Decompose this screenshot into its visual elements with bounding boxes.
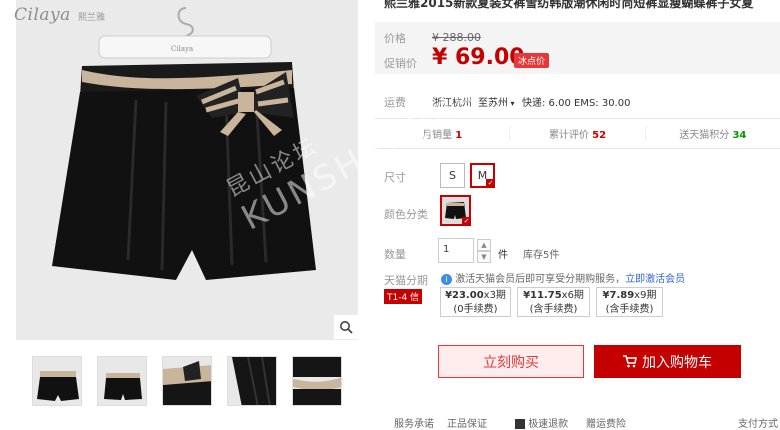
check-icon: ✓ xyxy=(462,217,471,226)
plan-amount: ¥11.75 xyxy=(523,290,562,301)
total-reviews-value: 52 xyxy=(592,130,607,141)
magnifier-icon xyxy=(340,321,353,334)
svg-text:Cilaya: Cilaya xyxy=(171,45,193,53)
brand-logo: Cilaya xyxy=(14,5,71,25)
activate-member-link[interactable]: 立即激活会员 xyxy=(625,274,685,285)
color-label: 颜色分类 xyxy=(384,208,428,221)
thumbnail-2[interactable] xyxy=(97,356,147,406)
thumbnail-strip xyxy=(32,356,342,406)
monthly-sales-value: 1 xyxy=(455,130,463,141)
color-option-black[interactable]: ✓ xyxy=(440,195,471,226)
quantity-increase-button[interactable]: ▲ xyxy=(477,239,491,251)
plan-fee: (含手续费) xyxy=(529,304,578,315)
chevron-down-icon: ▾ xyxy=(508,99,515,108)
shipping-detail: 快递: 6.00 EMS: 30.00 xyxy=(522,98,631,109)
total-reviews-label: 累计评价 xyxy=(548,130,589,141)
size-option-m[interactable]: M ✓ xyxy=(470,163,495,188)
plan-fee: (0手续费) xyxy=(453,304,498,315)
service-freight-insurance: 赠运费险 xyxy=(586,419,626,430)
payment-methods-label: 支付方式 xyxy=(738,419,778,430)
tmall-points-label: 送天猫积分 xyxy=(679,130,730,141)
stock-count: 库存5件 xyxy=(523,250,560,261)
service-genuine: 正品保证 xyxy=(447,419,487,430)
plan-fee: (含手续费) xyxy=(605,304,654,315)
chevron-up-icon: ▲ xyxy=(481,241,487,249)
product-title: 熙兰雅2015新款夏装女裤雪纺韩版潮休闲时尚短裤显瘦蝴蝶裤子女夏 xyxy=(384,0,754,10)
quantity-decrease-button[interactable]: ▼ xyxy=(477,251,491,263)
tmall-points: 送天猫积分 34 xyxy=(646,126,780,141)
installment-plan-9[interactable]: ¥7.89x9期 (含手续费) xyxy=(596,287,663,317)
tmall-points-value: 34 xyxy=(732,130,747,141)
installment-notice-text: 激活天猫会员后即可享受分期购服务， xyxy=(455,274,626,285)
brand-logo-sub: 熙兰雅 xyxy=(78,13,106,23)
services-label: 服务承诺 xyxy=(394,419,434,430)
size-label: 尺寸 xyxy=(384,171,406,184)
promo-price-label: 促销价 xyxy=(384,57,417,70)
zoom-button[interactable] xyxy=(334,315,358,339)
installment-tag: T1-4 信 xyxy=(384,289,423,304)
add-to-cart-button[interactable]: 加入购物车 xyxy=(594,345,741,378)
thumbnail-3[interactable] xyxy=(162,356,212,406)
chevron-down-icon: ▼ xyxy=(481,253,487,261)
original-price-label: 价格 xyxy=(384,32,406,45)
buy-now-button[interactable]: 立刻购买 xyxy=(438,345,584,378)
info-icon: i xyxy=(441,274,452,285)
total-reviews[interactable]: 累计评价 52 xyxy=(510,126,646,141)
cart-icon xyxy=(623,355,637,368)
add-to-cart-label: 加入购物车 xyxy=(642,354,712,371)
plan-amount: ¥7.89 xyxy=(602,290,635,301)
installment-plan-6[interactable]: ¥11.75x6期 (含手续费) xyxy=(517,287,590,317)
installment-plan-3[interactable]: ¥23.00x3期 (0手续费) xyxy=(440,287,511,317)
original-price: ¥ 288.00 xyxy=(432,31,481,44)
size-option-s[interactable]: S xyxy=(440,163,465,188)
quantity-unit: 件 xyxy=(498,250,508,261)
plan-periods: x3期 xyxy=(483,290,506,301)
service-fast-refund: 极速退款 xyxy=(515,415,568,430)
quantity-label: 数量 xyxy=(384,248,406,261)
installment-notice: i 激活天猫会员后即可享受分期购服务，立即激活会员 xyxy=(441,270,685,285)
check-icon: ✓ xyxy=(486,179,495,188)
thumbnail-4[interactable] xyxy=(227,356,277,406)
installment-label: 天猫分期 xyxy=(384,274,428,287)
thumbnail-5[interactable] xyxy=(292,356,342,406)
plan-periods: x6期 xyxy=(561,290,584,301)
thumbnail-1[interactable] xyxy=(32,356,82,406)
quantity-input[interactable]: 1 xyxy=(438,238,474,263)
refund-icon xyxy=(515,419,525,429)
plan-amount: ¥23.00 xyxy=(445,290,484,301)
plan-periods: x9期 xyxy=(634,290,657,301)
promo-badge: 冰点价 xyxy=(514,53,550,68)
